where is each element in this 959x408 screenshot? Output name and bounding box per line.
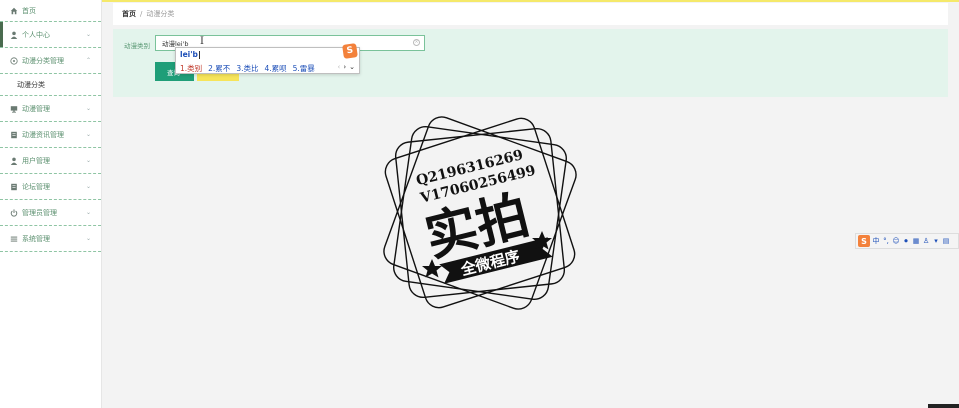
breadcrumb: 首页 / 动漫分类: [113, 3, 948, 25]
ime-pinyin: lei'b: [180, 50, 200, 59]
chevron-down-icon: ⌄: [85, 31, 91, 38]
sidebar-item-users[interactable]: 用户管理 ⌄: [0, 148, 101, 174]
list-icon: [9, 235, 19, 243]
lang-toggle[interactable]: 中: [872, 237, 880, 246]
chevron-down-icon: ⌄: [85, 183, 91, 190]
sidebar-item-label: 个人中心: [22, 30, 50, 39]
sidebar-item-forum[interactable]: 论坛管理 ⌄: [0, 174, 101, 200]
sidebar-item-label: 管理员管理: [22, 208, 57, 217]
sidebar-item-personal[interactable]: 个人中心 ⌄: [0, 22, 101, 48]
ime-candidates: 1.类别 2.累不 3.类比 4.累呗 5.雷暴: [180, 63, 315, 74]
breadcrumb-current: 动漫分类: [146, 10, 175, 18]
sidebar-item-label: 动漫管理: [22, 104, 50, 113]
sidebar-item-admins[interactable]: 管理员管理 ⌄: [0, 200, 101, 226]
ime-nav: ‹ › ⌄: [338, 63, 356, 71]
chevron-down-icon[interactable]: ⌄: [349, 63, 355, 71]
punctuation-icon[interactable]: °,: [882, 237, 890, 246]
ime-toolbar: S 中 °, ☺ ⏺ ▦ ♙ ▾ ▤: [855, 233, 959, 249]
keyboard-icon[interactable]: ▦: [912, 237, 920, 246]
chevron-right-icon[interactable]: ›: [343, 63, 346, 71]
news-icon: [9, 131, 19, 139]
chevron-down-icon: ⌄: [85, 157, 91, 164]
sogou-logo-icon: S: [342, 43, 358, 59]
toolbox-icon[interactable]: ♙: [922, 237, 930, 246]
ime-candidate[interactable]: 5.雷暴: [293, 63, 315, 74]
sidebar-item-label: 用户管理: [22, 156, 50, 165]
chevron-up-icon: ⌃: [85, 57, 91, 64]
sidebar-item-label: 动漫资讯管理: [22, 130, 64, 139]
sidebar-item-label: 论坛管理: [22, 182, 50, 191]
chevron-down-icon: ⌄: [85, 131, 91, 138]
skin-icon[interactable]: ▾: [932, 237, 940, 246]
ime-candidate[interactable]: 2.累不: [208, 63, 230, 74]
sogou-logo-icon[interactable]: S: [858, 235, 870, 247]
sidebar-subitem-category[interactable]: 动漫分类: [0, 74, 101, 96]
menu-icon[interactable]: ▤: [942, 237, 950, 246]
ime-candidate[interactable]: 3.类比: [236, 63, 258, 74]
taskbar-edge: [928, 404, 959, 408]
chevron-down-icon: ⌄: [85, 105, 91, 112]
text-cursor-icon: I: [200, 36, 204, 47]
sidebar-item-home[interactable]: 首页: [0, 0, 101, 22]
ime-pinyin-text: lei'b: [180, 50, 198, 59]
sidebar-item-anime[interactable]: 动漫管理 ⌄: [0, 96, 101, 122]
sidebar: 首页 个人中心 ⌄ 动漫分类管理 ⌃ 动漫分类 动漫管理 ⌄ 动漫资讯管理 ⌄ …: [0, 0, 102, 408]
sidebar-item-news[interactable]: 动漫资讯管理 ⌄: [0, 122, 101, 148]
power-icon: [9, 208, 19, 217]
ime-candidate[interactable]: 4.累呗: [264, 63, 286, 74]
top-accent-bar: [0, 0, 959, 2]
monitor-icon: [9, 105, 19, 113]
active-indicator: [0, 22, 3, 47]
sidebar-item-category[interactable]: 动漫分类管理 ⌃: [0, 48, 101, 74]
forum-icon: [9, 183, 19, 191]
ime-candidate[interactable]: 1.类别: [180, 63, 202, 74]
watermark-stamp: Q2196316269 V17060256499 实拍 全微程序: [383, 116, 577, 310]
sidebar-item-system[interactable]: 系统管理 ⌄: [0, 226, 101, 252]
sidebar-item-label: 动漫分类管理: [22, 56, 64, 65]
user-icon: [9, 31, 19, 39]
microphone-icon[interactable]: ⏺: [902, 237, 910, 246]
emoji-icon[interactable]: ☺: [892, 237, 900, 246]
breadcrumb-home[interactable]: 首页: [122, 9, 136, 19]
user-icon: [9, 157, 19, 165]
tag-icon: [9, 56, 19, 65]
chevron-down-icon: ⌄: [85, 235, 91, 242]
chevron-down-icon: ⌄: [85, 209, 91, 216]
category-label: 动漫类别: [124, 42, 150, 50]
breadcrumb-separator: /: [140, 10, 143, 18]
sidebar-item-label: 系统管理: [22, 234, 50, 243]
ime-candidate-window: S lei'b 1.类别 2.累不 3.类比 4.累呗 5.雷暴 ‹ › ⌄: [175, 43, 360, 74]
clear-icon[interactable]: ×: [413, 39, 420, 46]
sidebar-item-label: 首页: [22, 6, 36, 15]
home-icon: [9, 7, 19, 15]
chevron-left-icon[interactable]: ‹: [338, 63, 341, 71]
ime-caret: [198, 51, 200, 59]
